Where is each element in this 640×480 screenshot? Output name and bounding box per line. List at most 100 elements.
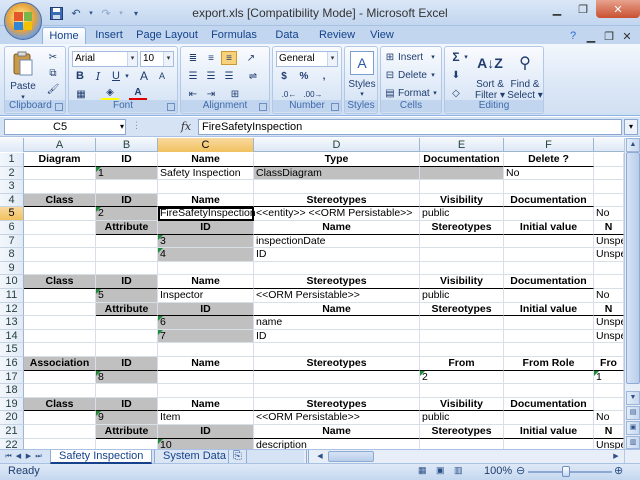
cell[interactable]: [96, 316, 158, 330]
cell[interactable]: [254, 343, 420, 357]
cell[interactable]: Item: [158, 411, 254, 425]
alignment-launcher-icon[interactable]: [259, 103, 267, 111]
cell[interactable]: Initial value: [504, 302, 594, 317]
column-header[interactable]: A: [24, 138, 96, 152]
vertical-scroll-thumb[interactable]: [626, 152, 640, 384]
merge-center-icon[interactable]: ⊞: [225, 87, 245, 101]
bold-button[interactable]: B: [73, 69, 87, 83]
cell[interactable]: ID: [254, 248, 420, 262]
cell[interactable]: [594, 275, 624, 289]
cell[interactable]: [420, 438, 504, 449]
cell[interactable]: No: [594, 289, 624, 303]
row-header[interactable]: 2: [0, 166, 24, 181]
cell[interactable]: Visibility: [420, 397, 504, 412]
cell[interactable]: [96, 343, 158, 357]
scroll-left-icon[interactable]: ◀: [314, 451, 326, 462]
cell[interactable]: public: [420, 207, 504, 221]
cell[interactable]: [594, 153, 624, 167]
format-cells-icon[interactable]: ▤: [384, 87, 396, 99]
tab-formulas[interactable]: Formulas: [208, 27, 260, 44]
tab-split-handle[interactable]: [306, 450, 309, 463]
cell[interactable]: [158, 261, 254, 276]
cell[interactable]: [254, 370, 420, 385]
cell[interactable]: Unspe: [594, 248, 624, 262]
orientation-icon[interactable]: ↗: [243, 51, 259, 65]
underline-dropdown-icon[interactable]: ▾: [124, 69, 130, 83]
autosum-button[interactable]: Σ: [449, 50, 463, 64]
italic-button[interactable]: I: [91, 69, 105, 83]
expand-formula-bar-icon[interactable]: ▾: [624, 119, 638, 135]
cell[interactable]: <<ORM Persistable>>: [254, 289, 420, 303]
cell[interactable]: Documentation: [504, 193, 594, 208]
column-header[interactable]: B: [96, 138, 158, 152]
decrease-indent-icon[interactable]: ⇤: [185, 87, 201, 101]
prev-sheet-icon[interactable]: ◀: [14, 451, 23, 463]
select-all-corner[interactable]: [0, 138, 24, 152]
clipboard-launcher-icon[interactable]: [55, 103, 63, 111]
cell[interactable]: [254, 261, 420, 276]
cell[interactable]: name: [254, 316, 420, 330]
row-header[interactable]: 21: [0, 425, 24, 439]
clear-icon[interactable]: ◇: [449, 86, 463, 100]
sort-filter-button[interactable]: Sort & Filter ▾: [473, 79, 507, 101]
cell[interactable]: Stereotypes: [254, 275, 420, 289]
view-page-break-icon[interactable]: ▥: [626, 436, 640, 449]
cell[interactable]: public: [420, 289, 504, 303]
cell[interactable]: From Role: [504, 357, 594, 371]
paste-icon[interactable]: [11, 51, 35, 77]
save-icon[interactable]: [48, 5, 64, 21]
fill-icon[interactable]: ⬇: [449, 68, 463, 82]
font-size-dropdown-icon[interactable]: ▾: [163, 52, 173, 66]
cell[interactable]: [96, 438, 158, 449]
cell[interactable]: [504, 248, 594, 262]
cell[interactable]: ID: [96, 275, 158, 289]
number-launcher-icon[interactable]: [331, 103, 339, 111]
cell[interactable]: Stereotypes: [420, 221, 504, 235]
cell[interactable]: [24, 343, 96, 357]
cell[interactable]: [504, 370, 594, 385]
cell[interactable]: [96, 261, 158, 276]
fill-color-icon[interactable]: ◈: [101, 87, 119, 101]
cell[interactable]: [420, 166, 504, 181]
cell[interactable]: Initial value: [504, 425, 594, 439]
cell[interactable]: Stereotypes: [254, 397, 420, 412]
cell[interactable]: ID: [254, 329, 420, 344]
cell[interactable]: Inspector: [158, 289, 254, 303]
horizontal-scroll-thumb[interactable]: [328, 451, 374, 462]
tab-insert[interactable]: Insert: [90, 27, 128, 44]
delete-button[interactable]: Delete: [398, 70, 427, 81]
cell[interactable]: [420, 234, 504, 249]
scroll-down-icon[interactable]: ▼: [626, 391, 640, 405]
cell[interactable]: Stereotypes: [420, 425, 504, 439]
cell[interactable]: Name: [254, 302, 420, 317]
minimize-icon[interactable]: ▁: [544, 0, 570, 18]
cell[interactable]: 9: [96, 411, 158, 425]
cell[interactable]: [158, 343, 254, 357]
cell[interactable]: Stereotypes: [254, 357, 420, 371]
binoculars-icon[interactable]: ⚲: [513, 50, 537, 76]
delete-dropdown-icon[interactable]: ▾: [429, 70, 437, 80]
cell[interactable]: [504, 384, 594, 398]
cell[interactable]: [594, 193, 624, 208]
cell[interactable]: <<entity>> <<ORM Persistable>>: [254, 207, 420, 221]
cell[interactable]: 5: [96, 289, 158, 303]
cell[interactable]: Type: [254, 153, 420, 167]
cell[interactable]: [504, 329, 594, 344]
view-page-layout-icon[interactable]: ▣: [626, 421, 640, 435]
zoom-slider-knob[interactable]: [562, 466, 570, 477]
help-icon[interactable]: ?: [566, 27, 580, 45]
cell[interactable]: 2: [96, 207, 158, 221]
align-center-icon[interactable]: ☰: [203, 69, 219, 83]
cell[interactable]: Visibility: [420, 275, 504, 289]
row-header[interactable]: 8: [0, 248, 24, 262]
row-header[interactable]: 9: [0, 261, 24, 276]
formula-input[interactable]: FireSafetyInspection: [198, 119, 622, 135]
sheet-tab-safety-inspection[interactable]: Safety Inspection: [50, 450, 153, 464]
insert-button[interactable]: Insert: [398, 52, 423, 63]
cell[interactable]: Attribute: [96, 302, 158, 317]
number-format-dropdown-icon[interactable]: ▾: [327, 52, 337, 66]
cell[interactable]: Class: [24, 193, 96, 208]
cell[interactable]: [420, 248, 504, 262]
align-top-icon[interactable]: ≣: [185, 51, 201, 65]
find-select-button[interactable]: Find & Select ▾: [507, 79, 543, 101]
